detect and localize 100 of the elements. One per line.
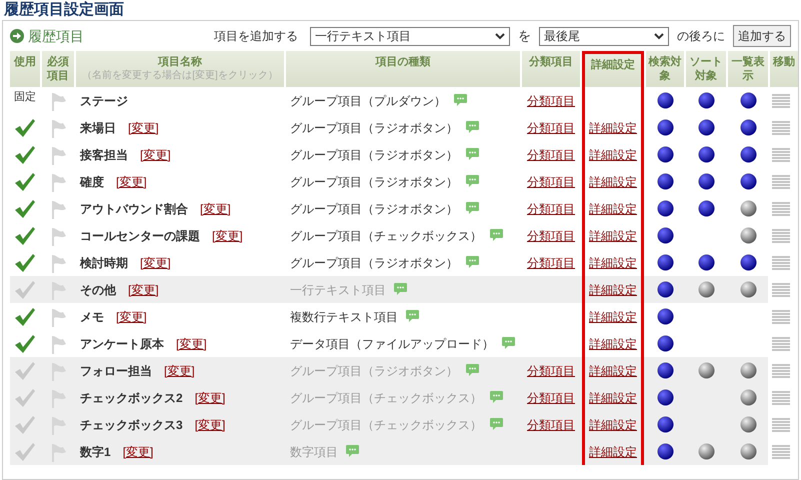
drag-handle-icon[interactable] bbox=[772, 308, 790, 324]
detail-settings-link[interactable]: 詳細設定 bbox=[589, 200, 637, 218]
toggle-dot[interactable] bbox=[740, 173, 756, 190]
toggle-dot[interactable] bbox=[656, 200, 674, 217]
toggle-dot[interactable] bbox=[656, 443, 674, 460]
toggle-dot[interactable] bbox=[656, 416, 674, 433]
toggle-dot[interactable] bbox=[698, 119, 714, 136]
rename-link[interactable]: [変更] bbox=[128, 118, 159, 136]
detail-settings-link[interactable]: 詳細設定 bbox=[589, 280, 637, 298]
detail-settings-link[interactable]: 詳細設定 bbox=[589, 172, 637, 190]
drag-handle-icon[interactable] bbox=[772, 146, 790, 162]
toggle-dot[interactable] bbox=[656, 173, 674, 190]
toggle-dot[interactable] bbox=[740, 254, 756, 271]
comment-icon[interactable] bbox=[466, 148, 479, 161]
toggle-dot[interactable] bbox=[698, 146, 714, 163]
toggle-dot[interactable] bbox=[656, 362, 674, 379]
toggle-dot[interactable] bbox=[740, 92, 756, 109]
comment-icon[interactable] bbox=[490, 391, 503, 404]
toggle-dot[interactable] bbox=[656, 281, 674, 298]
check-icon[interactable] bbox=[14, 252, 36, 272]
detail-settings-link[interactable]: 詳細設定 bbox=[589, 308, 637, 326]
check-icon[interactable] bbox=[14, 226, 36, 246]
check-icon[interactable] bbox=[14, 172, 36, 192]
drag-handle-icon[interactable] bbox=[772, 390, 790, 406]
toggle-dot[interactable] bbox=[698, 173, 714, 190]
rename-link[interactable]: [変更] bbox=[176, 334, 207, 352]
comment-icon[interactable] bbox=[406, 310, 419, 323]
category-link[interactable]: 分類項目 bbox=[527, 118, 575, 136]
rename-link[interactable]: [変更] bbox=[194, 388, 226, 406]
category-link[interactable]: 分類項目 bbox=[527, 146, 575, 164]
detail-settings-link[interactable]: 詳細設定 bbox=[589, 254, 637, 272]
detail-settings-link[interactable]: 詳細設定 bbox=[589, 226, 637, 244]
toggle-dot[interactable] bbox=[740, 389, 756, 406]
rename-link[interactable]: [変更] bbox=[116, 172, 147, 190]
rename-link[interactable]: [変更] bbox=[194, 416, 226, 434]
check-icon[interactable] bbox=[14, 388, 36, 408]
toggle-dot[interactable] bbox=[656, 254, 674, 271]
rename-link[interactable]: [変更] bbox=[164, 362, 195, 380]
drag-handle-icon[interactable] bbox=[772, 120, 790, 136]
position-select[interactable]: 最後尾 bbox=[539, 26, 669, 46]
check-icon[interactable] bbox=[14, 442, 36, 462]
add-button[interactable]: 追加する bbox=[733, 25, 791, 47]
drag-handle-icon[interactable] bbox=[772, 92, 790, 108]
check-icon[interactable] bbox=[14, 334, 36, 354]
category-link[interactable]: 分類項目 bbox=[527, 226, 575, 244]
detail-settings-link[interactable]: 詳細設定 bbox=[589, 388, 637, 406]
toggle-dot[interactable] bbox=[740, 443, 756, 460]
toggle-dot[interactable] bbox=[698, 92, 714, 109]
toggle-dot[interactable] bbox=[740, 200, 756, 217]
comment-icon[interactable] bbox=[394, 283, 407, 296]
check-icon[interactable] bbox=[14, 306, 36, 326]
drag-handle-icon[interactable] bbox=[772, 444, 790, 460]
rename-link[interactable]: [変更] bbox=[200, 200, 231, 218]
category-link[interactable]: 分類項目 bbox=[527, 416, 575, 434]
comment-icon[interactable] bbox=[454, 94, 467, 107]
drag-handle-icon[interactable] bbox=[772, 228, 790, 244]
detail-settings-link[interactable]: 詳細設定 bbox=[589, 442, 637, 460]
comment-icon[interactable] bbox=[490, 418, 503, 431]
drag-handle-icon[interactable] bbox=[772, 416, 790, 432]
category-link[interactable]: 分類項目 bbox=[527, 92, 575, 110]
category-link[interactable]: 分類項目 bbox=[527, 254, 575, 272]
check-icon[interactable] bbox=[14, 414, 36, 434]
check-icon[interactable] bbox=[14, 144, 36, 164]
rename-link[interactable]: [変更] bbox=[116, 308, 147, 326]
detail-settings-link[interactable]: 詳細設定 bbox=[589, 118, 637, 136]
category-link[interactable]: 分類項目 bbox=[527, 362, 575, 380]
toggle-dot[interactable] bbox=[740, 146, 756, 163]
toggle-dot[interactable] bbox=[740, 119, 756, 136]
comment-icon[interactable] bbox=[466, 175, 479, 188]
toggle-dot[interactable] bbox=[656, 308, 674, 325]
comment-icon[interactable] bbox=[466, 202, 479, 215]
rename-link[interactable]: [変更] bbox=[140, 254, 171, 272]
toggle-dot[interactable] bbox=[698, 254, 714, 271]
drag-handle-icon[interactable] bbox=[772, 174, 790, 190]
toggle-dot[interactable] bbox=[740, 281, 756, 298]
toggle-dot[interactable] bbox=[698, 281, 714, 298]
drag-handle-icon[interactable] bbox=[772, 282, 790, 298]
category-link[interactable]: 分類項目 bbox=[527, 200, 575, 218]
detail-settings-link[interactable]: 詳細設定 bbox=[589, 416, 637, 434]
comment-icon[interactable] bbox=[490, 229, 503, 242]
check-icon[interactable] bbox=[14, 198, 36, 218]
toggle-dot[interactable] bbox=[656, 92, 674, 109]
comment-icon[interactable] bbox=[346, 445, 359, 458]
drag-handle-icon[interactable] bbox=[772, 200, 790, 216]
toggle-dot[interactable] bbox=[656, 389, 674, 406]
rename-link[interactable]: [変更] bbox=[140, 146, 171, 164]
toggle-dot[interactable] bbox=[740, 227, 756, 244]
detail-settings-link[interactable]: 詳細設定 bbox=[589, 146, 637, 164]
drag-handle-icon[interactable] bbox=[772, 362, 790, 378]
drag-handle-icon[interactable] bbox=[772, 336, 790, 352]
category-link[interactable]: 分類項目 bbox=[527, 388, 575, 406]
detail-settings-link[interactable]: 詳細設定 bbox=[589, 362, 637, 380]
comment-icon[interactable] bbox=[466, 121, 479, 134]
toggle-dot[interactable] bbox=[656, 335, 674, 352]
comment-icon[interactable] bbox=[466, 256, 479, 269]
check-icon[interactable] bbox=[14, 280, 36, 300]
toggle-dot[interactable] bbox=[656, 146, 674, 163]
check-icon[interactable] bbox=[14, 360, 36, 380]
toggle-dot[interactable] bbox=[656, 227, 674, 244]
toggle-dot[interactable] bbox=[698, 200, 714, 217]
